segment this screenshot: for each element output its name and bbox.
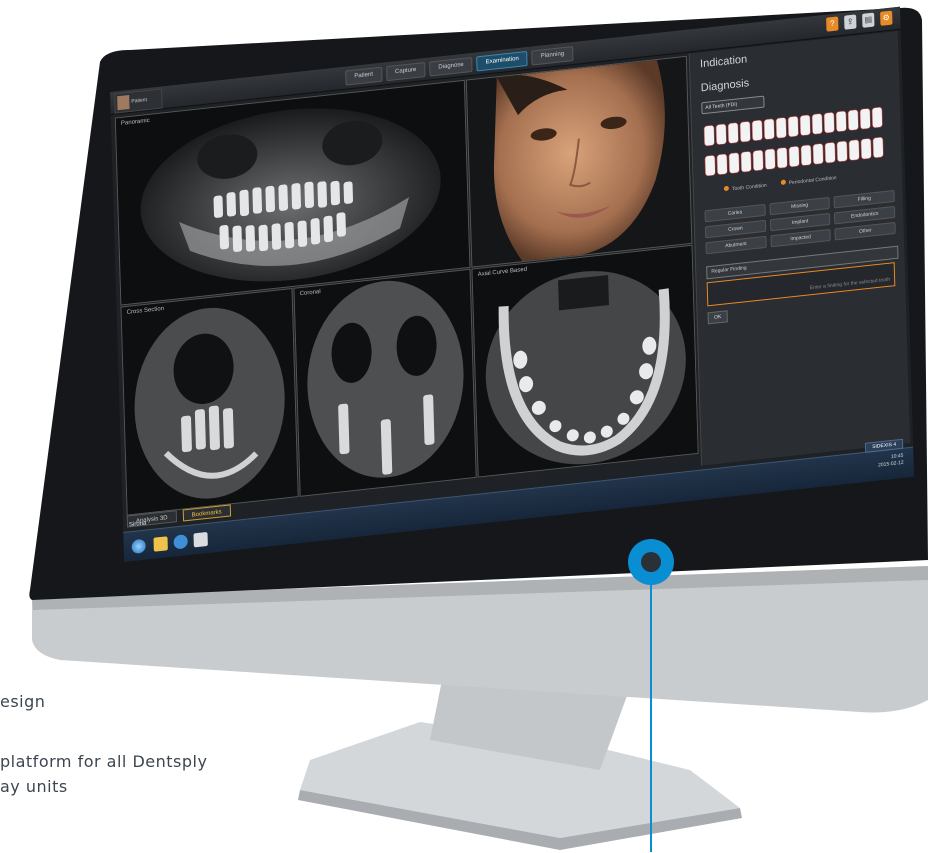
callout-line (650, 584, 652, 852)
cross-section-xray (121, 289, 298, 515)
caption-line-1: esign (0, 692, 46, 711)
caption-line-2b: ay units (0, 777, 68, 796)
tooth-chart[interactable] (701, 99, 894, 185)
tab-planning[interactable]: Planning (531, 46, 574, 66)
finding-buttons: Caries Missing Filling Crown Implant End… (704, 189, 896, 255)
tab-capture[interactable]: Capture (385, 61, 426, 82)
legend-dot-icon (780, 179, 786, 186)
panoramic-xray (115, 80, 470, 305)
start-button-icon[interactable] (131, 538, 146, 555)
axial-viewport[interactable]: Axial Curve Based (471, 244, 699, 478)
patient-label: Patient (131, 97, 148, 105)
caption-line-2: platform for all Dentsply ay units (0, 749, 207, 799)
face-3d-viewport[interactable] (465, 55, 693, 268)
diagnosis-panel: Indication Diagnosis All Teeth (FDI) Too… (688, 31, 911, 466)
ok-button[interactable]: OK (707, 310, 728, 325)
tooth-scheme-dropdown[interactable]: All Teeth (FDI) (701, 95, 765, 115)
indication-title: Indication (699, 53, 748, 71)
toolbar-icons: ? ⇪ ▤ ⚙ (826, 10, 893, 32)
finding-button[interactable]: Implant (769, 212, 831, 232)
tab-diagnose[interactable]: Diagnose (429, 56, 473, 77)
legend-tooth: Tooth Condition (731, 182, 767, 193)
finding-button[interactable]: Impacted (770, 228, 832, 248)
legend-dot-icon (723, 185, 729, 192)
settings-icon[interactable]: ⚙ (880, 10, 893, 26)
print-icon[interactable]: ▤ (862, 12, 875, 28)
taskbar-app-label: Sirona (128, 520, 147, 529)
tab-examination[interactable]: Examination (476, 50, 529, 72)
finding-button[interactable]: Other (834, 221, 896, 241)
legend-perio: Periodontal Condition (788, 175, 837, 187)
finding-button[interactable]: Missing (769, 196, 831, 216)
system-tray: 10:45 2015-02-12 (878, 453, 904, 470)
help-icon[interactable]: ? (826, 16, 839, 32)
cross-section-viewport[interactable]: Cross Section (120, 287, 299, 516)
coronal-xray (294, 269, 476, 496)
finding-button[interactable]: Crown (704, 219, 766, 239)
finding-button[interactable]: Caries (704, 203, 766, 223)
patient-card[interactable]: Patient (114, 88, 163, 114)
coronal-viewport[interactable]: Coronal (293, 268, 477, 497)
panoramic-viewport[interactable]: Panoramic (114, 79, 471, 306)
clock-date: 2015-02-12 (877, 459, 904, 469)
viewport-grid: Panoramic Cross Section Coronal Axial Cu… (114, 55, 699, 516)
browser-icon[interactable] (173, 534, 188, 550)
export-icon[interactable]: ⇪ (844, 14, 857, 30)
avatar (117, 94, 130, 111)
callout-marker-icon (628, 539, 674, 585)
app-icon[interactable] (193, 531, 208, 548)
axial-xray (472, 245, 698, 477)
folder-icon[interactable] (153, 536, 168, 552)
finding-button[interactable]: Endodontics (834, 205, 896, 225)
face-3d-render (493, 60, 665, 262)
finding-button[interactable]: Filling (833, 189, 895, 209)
diagnosis-title: Diagnosis (700, 77, 750, 95)
tab-patient[interactable]: Patient (345, 66, 383, 86)
software-screen: Patient Patient Capture Diagnose Examina… (110, 6, 915, 563)
finding-hint: Enter a finding for the selected tooth (809, 276, 891, 292)
finding-button[interactable]: Abutment (705, 235, 767, 255)
caption-line-2a: platform for all Dentsply (0, 752, 208, 771)
